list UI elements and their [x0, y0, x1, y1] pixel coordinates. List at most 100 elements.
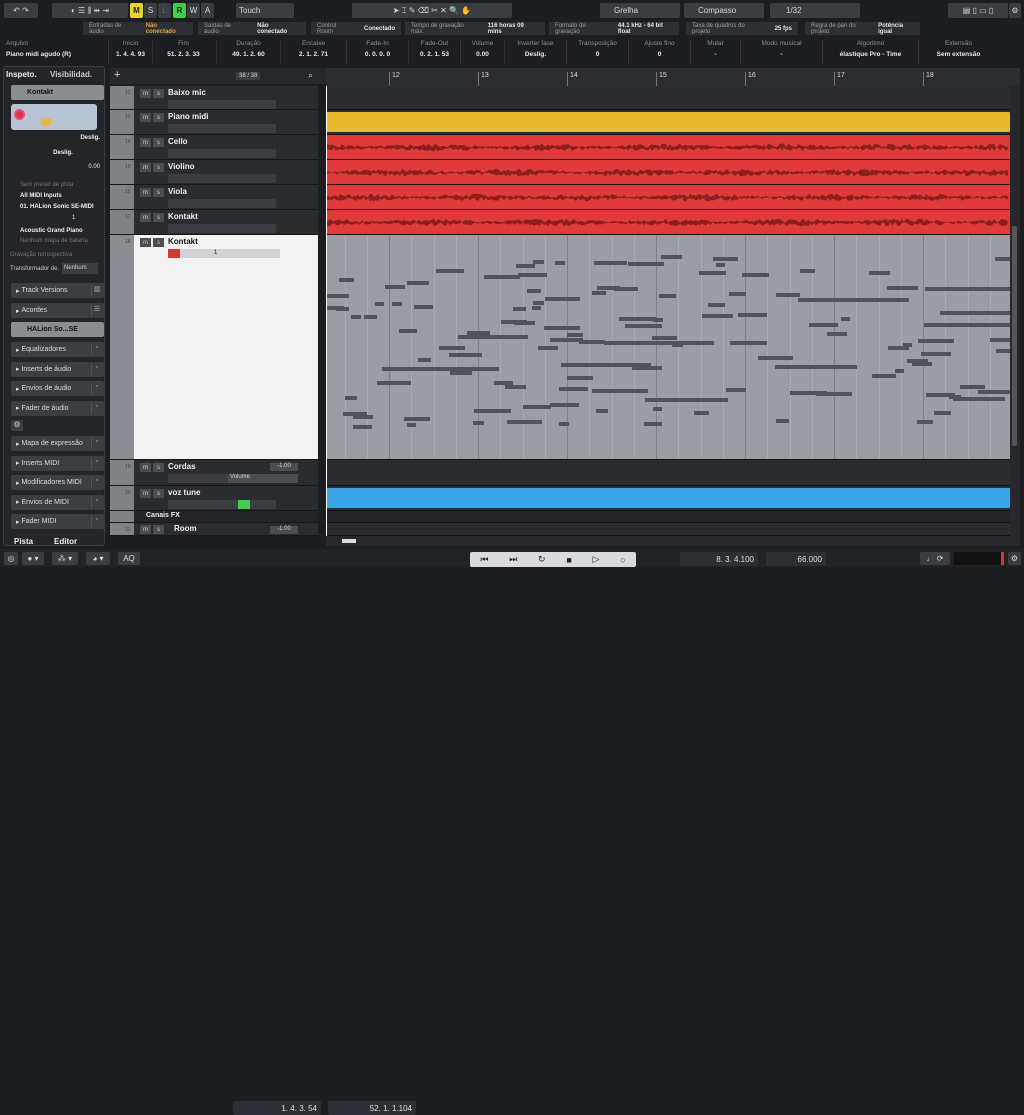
- section-mapa-de-express-o[interactable]: ▸ Mapa de expressão ▫: [11, 436, 104, 451]
- track-name[interactable]: voz tune: [168, 488, 200, 497]
- midi-note[interactable]: [868, 271, 890, 276]
- cycle-icon[interactable]: ↻: [538, 554, 546, 565]
- midi-note[interactable]: [398, 328, 415, 333]
- midi-note[interactable]: [522, 404, 551, 409]
- automation-mode-select[interactable]: Touch: [236, 3, 294, 18]
- record-icon[interactable]: ○: [620, 555, 625, 565]
- midi-note[interactable]: [643, 422, 662, 427]
- info-field[interactable]: Volume 0.00: [460, 40, 504, 64]
- midi-note[interactable]: [533, 301, 545, 306]
- info-field[interactable]: Modo musical -: [740, 40, 822, 64]
- midi-note[interactable]: [715, 263, 725, 268]
- section-modificadores-midi[interactable]: ▸ Modificadores MIDI ▫: [11, 475, 104, 490]
- automation-toggle[interactable]: A: [201, 3, 214, 18]
- midi-note[interactable]: [618, 316, 656, 321]
- solo-button[interactable]: s: [153, 113, 164, 122]
- search-icon[interactable]: ⌕: [308, 70, 313, 81]
- midi-mode-select[interactable]: ◕ ▾: [86, 552, 110, 565]
- midi-note[interactable]: [940, 311, 1010, 316]
- info-value[interactable]: 0.00: [461, 51, 504, 58]
- solo-toggle[interactable]: S: [144, 3, 157, 18]
- midi-note[interactable]: [404, 416, 430, 421]
- track-viola[interactable]: 16 m s Viola: [110, 185, 318, 210]
- midi-note[interactable]: [500, 320, 528, 325]
- tab-editor[interactable]: Editor: [54, 537, 77, 546]
- position-display[interactable]: 8. 3. 4.100: [680, 552, 758, 566]
- info-value[interactable]: -: [741, 51, 822, 58]
- midi-note[interactable]: [450, 371, 472, 375]
- midi-note[interactable]: [903, 343, 913, 348]
- midi-note[interactable]: [343, 411, 367, 416]
- midi-note[interactable]: [353, 424, 373, 429]
- midi-note[interactable]: [392, 302, 403, 307]
- transformer-select[interactable]: Nenhum: [62, 263, 98, 274]
- mute-button[interactable]: m: [140, 525, 151, 534]
- track-piano-midi[interactable]: 13 m s Piano midi: [110, 110, 318, 135]
- midi-note[interactable]: [474, 409, 511, 414]
- midi-note[interactable]: [708, 303, 726, 308]
- info-field[interactable]: Mutar -: [690, 40, 740, 64]
- solo-button[interactable]: s: [153, 188, 164, 197]
- midi-note[interactable]: [344, 396, 357, 401]
- gear-icon[interactable]: ⚙: [1009, 3, 1021, 18]
- track-name[interactable]: Baixo mic: [168, 88, 206, 97]
- midi-note[interactable]: [645, 397, 728, 402]
- track-name[interactable]: Piano midi: [168, 112, 208, 121]
- metronome-icon[interactable]: ♩ ⟳: [920, 552, 950, 565]
- solo-button[interactable]: s: [153, 489, 164, 498]
- midi-note[interactable]: [960, 384, 986, 389]
- midi-note[interactable]: [338, 278, 355, 283]
- midi-note[interactable]: [483, 275, 520, 280]
- track-controls[interactable]: [168, 500, 276, 509]
- midi-note[interactable]: [672, 342, 683, 347]
- midi-note[interactable]: [917, 339, 954, 344]
- midi-note[interactable]: [407, 422, 417, 427]
- grid-type-select[interactable]: Compasso: [684, 3, 764, 18]
- info-field[interactable]: Ajuste fino 0: [628, 40, 690, 64]
- midi-note[interactable]: [694, 410, 709, 415]
- track-name[interactable]: Kontakt: [168, 237, 198, 246]
- midi-note[interactable]: [701, 313, 734, 318]
- midi-note[interactable]: [613, 286, 639, 291]
- undo-redo-buttons[interactable]: ↶ ↷: [4, 3, 38, 18]
- midi-note[interactable]: [566, 333, 584, 338]
- program-select[interactable]: Acoustic Grand Piano: [20, 228, 83, 234]
- midi-note[interactable]: [413, 305, 433, 309]
- rewind-to-start-icon[interactable]: ⏮: [480, 554, 488, 565]
- left-locator[interactable]: 1. 4. 3. 54: [233, 1101, 321, 1115]
- midi-note[interactable]: [384, 284, 405, 289]
- mute-button[interactable]: m: [140, 463, 151, 472]
- midi-note[interactable]: [627, 262, 665, 267]
- track-cello[interactable]: 14 m s Cello: [110, 135, 318, 160]
- midi-note[interactable]: [797, 298, 909, 303]
- info-value[interactable]: 1. 4. 4. 93: [109, 51, 152, 58]
- midi-note[interactable]: [994, 256, 1010, 261]
- midi-note[interactable]: [350, 315, 361, 320]
- midi-note[interactable]: [363, 315, 377, 320]
- section-envios-de-midi[interactable]: ▸ Envios de MIDI ▫: [11, 494, 104, 510]
- solo-button[interactable]: s: [153, 163, 164, 172]
- automation-param[interactable]: Volume: [228, 474, 298, 483]
- track-name[interactable]: Room: [174, 524, 197, 533]
- midi-note[interactable]: [872, 374, 896, 379]
- midi-note[interactable]: [513, 307, 527, 312]
- info-field[interactable]: Extensão Sem extensão: [918, 40, 998, 64]
- right-locator[interactable]: 52. 1. 1.104: [328, 1101, 416, 1115]
- midi-note[interactable]: [886, 285, 918, 290]
- midi-note[interactable]: [977, 389, 1010, 394]
- section-chords[interactable]: ▸ Acordes ☰: [11, 303, 104, 318]
- drum-map-select[interactable]: Nenhum mapa de bateria: [20, 238, 88, 244]
- info-value[interactable]: -: [691, 51, 740, 58]
- track-controls[interactable]: [168, 224, 276, 233]
- solo-button[interactable]: s: [153, 89, 164, 98]
- midi-note[interactable]: [658, 293, 676, 298]
- midi-note[interactable]: [326, 306, 344, 311]
- transport-buttons[interactable]: ⏮ ⏭ ↻ ■ ▷ ○: [470, 552, 636, 567]
- lane-kontakt[interactable]: [326, 210, 1010, 235]
- lane-room[interactable]: [326, 523, 1010, 536]
- audio-event[interactable]: [326, 488, 1010, 508]
- midi-note[interactable]: [925, 287, 1010, 292]
- midi-note[interactable]: [449, 353, 483, 358]
- info-field[interactable]: Transposição 0: [566, 40, 628, 64]
- read-toggle[interactable]: R: [173, 3, 186, 18]
